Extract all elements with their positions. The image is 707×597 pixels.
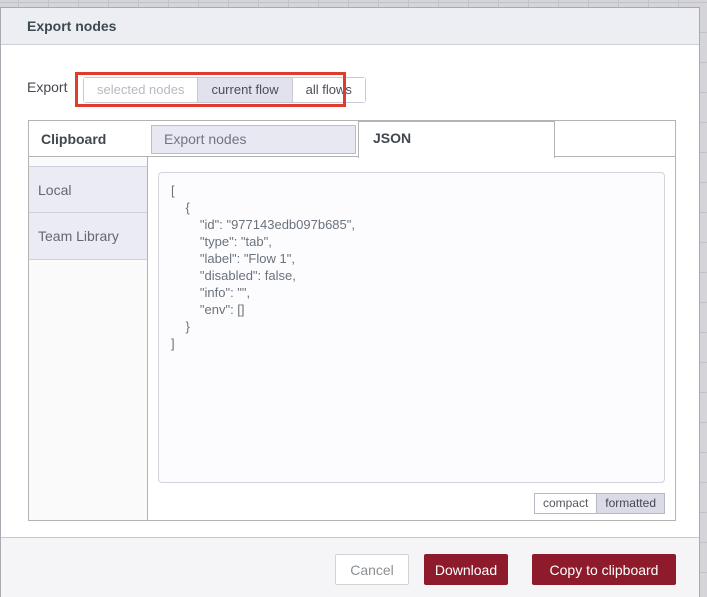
compact-button[interactable]: compact xyxy=(533,493,598,514)
tab-clipboard[interactable]: Clipboard xyxy=(41,121,106,157)
scope-current-flow-button[interactable]: current flow xyxy=(198,78,293,102)
dialog-title: Export nodes xyxy=(27,18,117,34)
tab-json[interactable]: JSON xyxy=(358,121,555,158)
export-dialog: Export nodes Export selected nodes curre… xyxy=(0,7,700,597)
node-red-workspace: { "colors": { "primary_button": "#8e1b2b… xyxy=(0,0,707,597)
dialog-header: Export nodes xyxy=(1,8,699,45)
download-button[interactable]: Download xyxy=(424,554,508,585)
tab-export-nodes[interactable]: Export nodes xyxy=(151,125,356,154)
formatted-button[interactable]: formatted xyxy=(596,493,665,514)
library-sidebar: Local Team Library xyxy=(29,157,148,520)
scope-all-flows-button[interactable]: all flows xyxy=(292,78,365,102)
copy-to-clipboard-button[interactable]: Copy to clipboard xyxy=(532,554,676,585)
cancel-button[interactable]: Cancel xyxy=(335,554,409,585)
export-scope-group: selected nodes current flow all flows xyxy=(83,77,366,103)
sidebar-item-team-library[interactable]: Team Library xyxy=(29,213,147,260)
export-scope-label: Export xyxy=(27,79,68,95)
json-editor[interactable]: [ { "id": "977143edb097b685", "type": "t… xyxy=(158,172,665,483)
dialog-footer: Cancel Download Copy to clipboard xyxy=(1,537,699,597)
sidebar-item-local[interactable]: Local xyxy=(29,166,147,213)
format-toggle: compact formatted xyxy=(533,493,665,514)
library-panel: Clipboard Export nodes JSON Local Team L… xyxy=(28,120,676,521)
scope-selected-nodes-button[interactable]: selected nodes xyxy=(84,78,199,102)
tab-bar: Clipboard Export nodes JSON xyxy=(29,121,675,158)
